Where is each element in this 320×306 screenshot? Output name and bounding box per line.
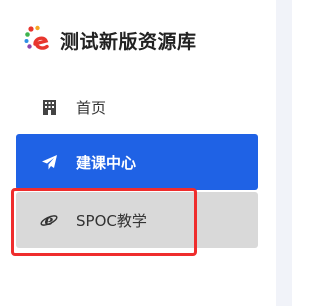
building-icon <box>40 98 58 116</box>
sidebar-item-course-center[interactable]: 建课中心 <box>16 134 258 190</box>
sidebar: 测试新版资源库 首页 建课中心 e SPOC教学 <box>0 0 276 306</box>
sidebar-item-label: 首页 <box>76 98 107 117</box>
main-content-edge <box>276 0 292 306</box>
sidebar-item-home[interactable]: 首页 <box>16 79 258 135</box>
sidebar-item-spoc[interactable]: e SPOC教学 <box>16 192 258 248</box>
sidebar-item-label: SPOC教学 <box>76 211 147 230</box>
brand: 测试新版资源库 <box>24 24 197 56</box>
ie-browser-icon: e <box>40 211 58 229</box>
svg-text:e: e <box>45 213 54 229</box>
paper-plane-icon <box>40 153 58 171</box>
brand-title: 测试新版资源库 <box>60 30 197 53</box>
sidebar-item-label: 建课中心 <box>76 153 137 172</box>
logo-icon <box>24 25 49 50</box>
